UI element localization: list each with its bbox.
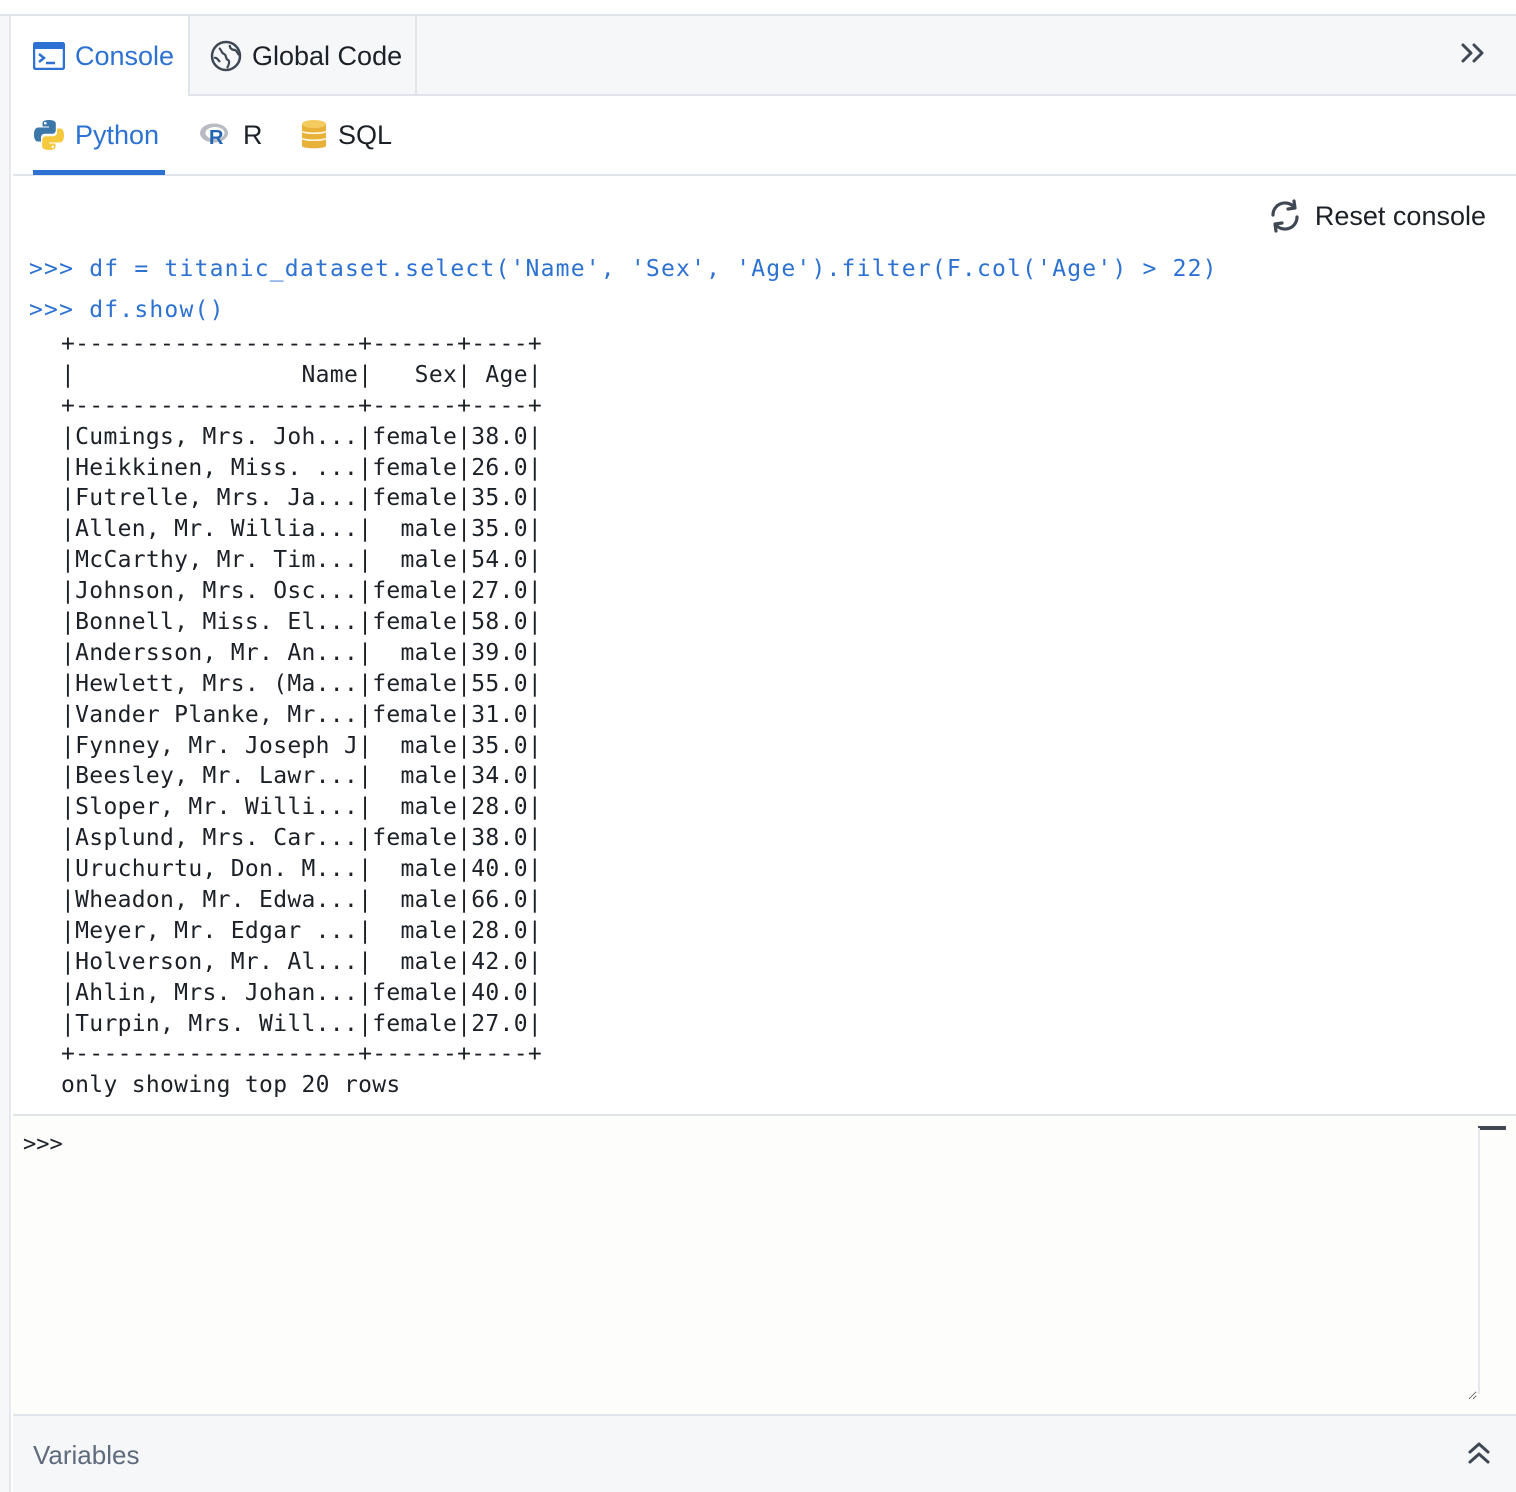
language-tab-bar: Python R R SQL: [13, 96, 1516, 176]
output-line: +--------------------+------+----+: [61, 1041, 543, 1068]
output-line: |Cumings, Mrs. Joh...|female|38.0|: [61, 423, 543, 450]
scrollbar-track[interactable]: [1478, 1128, 1480, 1394]
refresh-icon: [1267, 198, 1303, 234]
tab-sql[interactable]: SQL: [300, 96, 392, 174]
console-input-area: >>>: [13, 1114, 1516, 1416]
output-line: |Holverson, Mr. Al...| male|42.0|: [61, 948, 543, 975]
output-line: |Uruchurtu, Don. M...| male|40.0|: [61, 856, 543, 883]
history-command: >>> df.show(): [29, 297, 225, 323]
dataframe-output: +--------------------+------+----+ | Name…: [61, 329, 542, 1101]
output-line: | Name| Sex| Age|: [61, 361, 543, 388]
tab-global-code[interactable]: Global Code: [190, 16, 417, 96]
globe-icon: [210, 40, 242, 72]
database-icon: [300, 119, 328, 151]
output-line: |Meyer, Mr. Edgar ...| male|28.0|: [61, 917, 543, 944]
output-line: |Johnson, Mrs. Osc...|female|27.0|: [61, 578, 543, 605]
r-logo-icon: R: [199, 121, 233, 149]
output-line: +--------------------+------+----+: [61, 392, 543, 419]
collapse-panel-button[interactable]: [1458, 40, 1488, 70]
console-panel: Console Global Code Python R R SQL Reset…: [0, 0, 1516, 1492]
output-line: |McCarthy, Mr. Tim...| male|54.0|: [61, 547, 543, 574]
output-line: |Sloper, Mr. Willi...| male|28.0|: [61, 794, 543, 821]
variables-label: Variables: [33, 1440, 140, 1470]
python-logo-icon: [33, 119, 65, 151]
output-line: |Asplund, Mrs. Car...|female|38.0|: [61, 825, 543, 852]
tab-console-label: Console: [75, 40, 175, 71]
expand-variables-button[interactable]: [1464, 1440, 1494, 1470]
double-chevron-right-icon: [1460, 42, 1486, 69]
output-line: |Ahlin, Mrs. Johan...|female|40.0|: [61, 979, 543, 1006]
output-line: |Allen, Mr. Willia...| male|35.0|: [61, 516, 543, 543]
console-input[interactable]: [73, 1126, 1477, 1400]
output-line: |Bonnell, Miss. El...|female|58.0|: [61, 609, 543, 636]
double-chevron-up-icon: [1467, 1440, 1491, 1471]
tab-r[interactable]: R R: [199, 96, 263, 174]
history-command: >>> df = titanic_dataset.select('Name', …: [29, 256, 1218, 282]
tab-global-code-label: Global Code: [252, 40, 403, 71]
terminal-icon: [33, 42, 65, 70]
tab-r-label: R: [243, 119, 263, 150]
reset-console-label: Reset console: [1314, 200, 1486, 231]
console-output: Reset console >>> df = titanic_dataset.s…: [13, 176, 1516, 1114]
variables-panel-header[interactable]: Variables: [13, 1414, 1516, 1492]
output-line: |Futrelle, Mrs. Ja...|female|35.0|: [61, 485, 543, 512]
tab-sql-label: SQL: [338, 119, 393, 150]
output-line: |Wheadon, Mr. Edwa...| male|66.0|: [61, 887, 543, 914]
left-gutter: [0, 16, 11, 1492]
output-line: |Fynney, Mr. Joseph J| male|35.0|: [61, 732, 543, 759]
output-line: |Heikkinen, Miss. ...|female|26.0|: [61, 454, 543, 481]
reset-console-button[interactable]: Reset console: [1267, 198, 1486, 234]
input-prompt: >>>: [23, 1132, 63, 1157]
active-language-indicator: [33, 170, 165, 175]
output-line: |Turpin, Mrs. Will...|female|27.0|: [61, 1010, 543, 1037]
scrollbar-thumb[interactable]: [1478, 1126, 1506, 1130]
output-line: only showing top 20 rows: [61, 1072, 401, 1099]
tab-console[interactable]: Console: [13, 16, 190, 96]
tab-python[interactable]: Python: [33, 96, 159, 174]
output-line: |Vander Planke, Mr...|female|31.0|: [61, 701, 543, 728]
svg-text:R: R: [209, 127, 224, 149]
panel-tab-bar: Console Global Code: [13, 16, 1516, 96]
output-line: +--------------------+------+----+: [61, 331, 543, 357]
output-line: |Beesley, Mr. Lawr...| male|34.0|: [61, 763, 543, 790]
tab-python-label: Python: [75, 119, 160, 150]
output-line: |Andersson, Mr. An...| male|39.0|: [61, 639, 543, 666]
output-line: |Hewlett, Mrs. (Ma...|female|55.0|: [61, 670, 543, 697]
